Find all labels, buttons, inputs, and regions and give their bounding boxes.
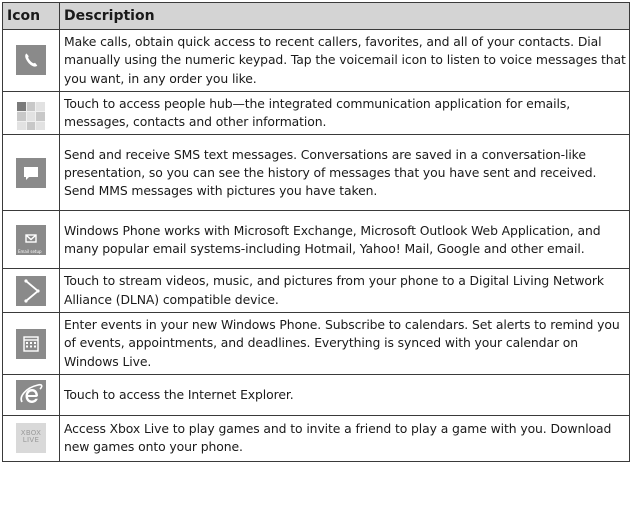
phone-icon [16, 45, 46, 76]
row-description: Send and receive SMS text messages. Conv… [59, 134, 630, 212]
table-row: XBOX LIVE Access Xbox Live to play games… [2, 414, 630, 462]
table-row: Touch to access the Internet Explorer. [2, 373, 630, 416]
email-setup-icon: Email setup [16, 224, 46, 255]
column-header-icon: Icon [2, 2, 60, 30]
people-hub-icon [17, 102, 45, 131]
row-description: Windows Phone works with Microsoft Excha… [59, 210, 630, 270]
icon-cell: Email setup [2, 210, 60, 270]
email-setup-caption: Email setup [18, 248, 42, 254]
table-row: Send and receive SMS text messages. Conv… [2, 134, 630, 212]
icon-description-table: Icon Description Make calls, obtain quic… [2, 2, 630, 462]
table-row: Make calls, obtain quick access to recen… [2, 29, 630, 92]
internet-explorer-icon [16, 379, 46, 410]
row-description: Touch to access people hub—the integrate… [59, 90, 630, 136]
icon-cell: XBOX LIVE [2, 414, 60, 462]
row-description: Enter events in your new Windows Phone. … [59, 312, 630, 375]
table-header-row: Icon Description [2, 2, 630, 30]
table-row: Email setup Windows Phone works with Mic… [2, 210, 630, 270]
row-description: Touch to access the Internet Explorer. [59, 373, 630, 416]
xbox-live-icon: XBOX LIVE [16, 423, 46, 454]
row-description: Access Xbox Live to play games and to in… [59, 414, 630, 462]
calendar-icon [16, 328, 46, 359]
table-row: Touch to stream videos, music, and pictu… [2, 268, 630, 314]
icon-cell [2, 312, 60, 375]
column-header-description: Description [59, 2, 630, 30]
table-row: Enter events in your new Windows Phone. … [2, 312, 630, 375]
icon-cell [2, 90, 60, 136]
icon-cell [2, 373, 60, 416]
table-row: Touch to access people hub—the integrate… [2, 90, 630, 136]
xbox-live-caption: XBOX LIVE [20, 429, 42, 445]
icon-cell [2, 29, 60, 92]
play-to-icon [16, 275, 46, 306]
icon-cell [2, 134, 60, 212]
row-description: Make calls, obtain quick access to recen… [59, 29, 630, 92]
messaging-icon [16, 157, 46, 188]
row-description: Touch to stream videos, music, and pictu… [59, 268, 630, 314]
icon-cell [2, 268, 60, 314]
